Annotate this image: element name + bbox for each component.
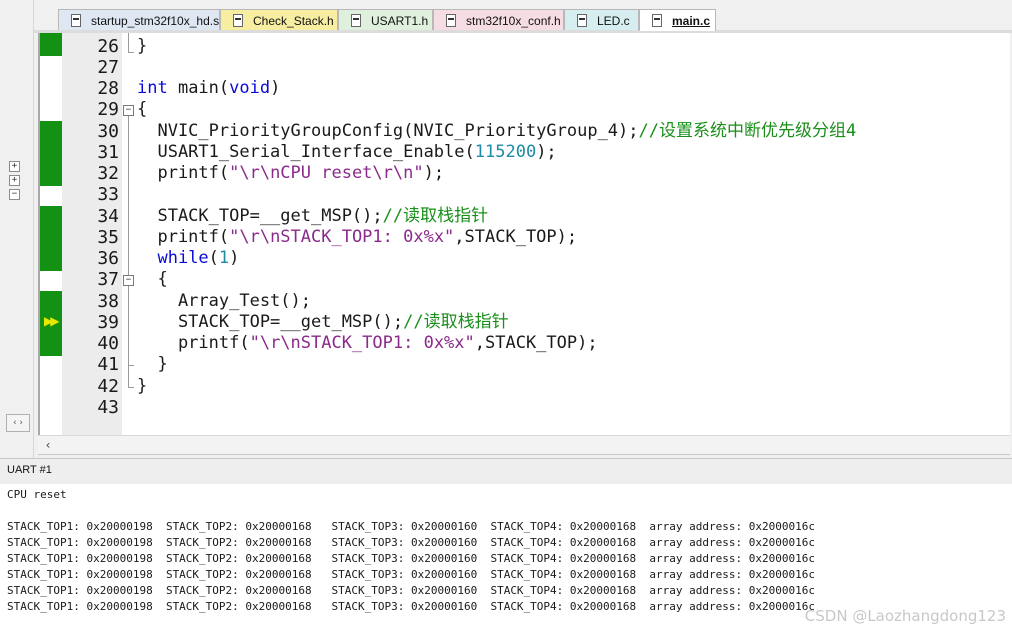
- file-icon: [351, 14, 361, 27]
- line-number: 28: [97, 78, 119, 99]
- project-tree-strip: + + − ‹ ›: [0, 0, 34, 458]
- watermark: CSDN @Laozhangdong123: [804, 607, 1006, 625]
- line-number: 29: [97, 99, 119, 120]
- editor-horizontal-scrollbar[interactable]: ‹: [38, 435, 1010, 455]
- file-icon: [446, 14, 456, 27]
- code-line[interactable]: printf("\r\nCPU reset\r\n");: [137, 163, 444, 184]
- tab-label: Check_Stack.h: [253, 14, 334, 28]
- code-line[interactable]: STACK_TOP=__get_MSP();//读取栈指针: [137, 312, 509, 333]
- tab-startup-stm32f10x-hd[interactable]: startup_stm32f10x_hd.s: [58, 9, 220, 31]
- coverage-marker: [40, 33, 62, 56]
- tab-main-c[interactable]: main.c: [639, 9, 716, 31]
- file-icon: [652, 14, 662, 27]
- tab-led-c[interactable]: LED.c: [564, 9, 639, 31]
- code-line[interactable]: Array_Test();: [137, 291, 311, 312]
- code-editor[interactable]: ▶▶ 26 27 28 29 30 31 32 33 34 35 36 37 3…: [38, 33, 1010, 435]
- line-number: 41: [97, 354, 119, 375]
- code-line[interactable]: }: [137, 36, 147, 57]
- console-line: STACK_TOP1: 0x20000198 STACK_TOP2: 0x200…: [7, 536, 815, 549]
- fold-guide: [128, 52, 134, 53]
- line-number: 27: [97, 57, 119, 78]
- line-number: 43: [97, 397, 119, 418]
- fold-guide: [128, 387, 134, 388]
- coverage-marker: [40, 206, 62, 271]
- line-number: 36: [97, 248, 119, 269]
- code-line[interactable]: int main(void): [137, 78, 280, 99]
- scroll-left-icon[interactable]: ‹: [40, 436, 56, 454]
- code-line[interactable]: NVIC_PriorityGroupConfig(NVIC_PriorityGr…: [137, 121, 856, 142]
- fold-guide: [128, 365, 134, 366]
- fold-collapse-icon[interactable]: −: [123, 275, 134, 286]
- tab-label: stm32f10x_conf.h: [466, 14, 561, 28]
- tab-label: startup_stm32f10x_hd.s: [91, 14, 220, 28]
- line-number: 42: [97, 376, 119, 397]
- code-line[interactable]: {: [137, 269, 167, 290]
- file-icon: [233, 14, 243, 27]
- fold-column: − −: [122, 33, 136, 435]
- console-line: CPU reset: [7, 488, 67, 501]
- console-line: STACK_TOP1: 0x20000198 STACK_TOP2: 0x200…: [7, 552, 815, 565]
- fold-guide: [128, 33, 129, 53]
- line-number: 30: [97, 121, 119, 142]
- file-icon: [71, 14, 81, 27]
- line-number: 34: [97, 206, 119, 227]
- coverage-marker-strip[interactable]: ▶▶: [40, 33, 62, 435]
- code-line[interactable]: {: [137, 99, 147, 120]
- code-line[interactable]: }: [137, 376, 147, 397]
- uart-pane-title: UART #1: [7, 464, 52, 476]
- console-line: STACK_TOP1: 0x20000198 STACK_TOP2: 0x200…: [7, 600, 815, 613]
- line-number: 31: [97, 142, 119, 163]
- code-line[interactable]: }: [137, 354, 167, 375]
- line-number: 39: [97, 312, 119, 333]
- code-line[interactable]: printf("\r\nSTACK_TOP1: 0x%x",STACK_TOP)…: [137, 333, 598, 354]
- line-number-gutter: 26 27 28 29 30 31 32 33 34 35 36 37 38 3…: [62, 33, 122, 435]
- tab-usart1-h[interactable]: USART1.h: [338, 9, 433, 31]
- fold-guide: [128, 116, 129, 387]
- coverage-marker: [40, 121, 62, 186]
- line-number: 32: [97, 163, 119, 184]
- code-line[interactable]: STACK_TOP=__get_MSP();//读取栈指针: [137, 206, 488, 227]
- collapse-icon[interactable]: −: [9, 189, 20, 200]
- expand-icon[interactable]: +: [9, 175, 20, 186]
- code-line[interactable]: while(1): [137, 248, 239, 269]
- line-number: 35: [97, 227, 119, 248]
- editor-tab-bar: startup_stm32f10x_hd.s Check_Stack.h USA…: [34, 0, 1012, 33]
- file-icon: [577, 14, 587, 27]
- fold-collapse-icon[interactable]: −: [123, 105, 134, 116]
- line-number: 33: [97, 184, 119, 205]
- code-line[interactable]: USART1_Serial_Interface_Enable(115200);: [137, 142, 556, 163]
- tree-scroll-arrows-icon[interactable]: ‹ ›: [6, 414, 30, 432]
- line-number: 38: [97, 291, 119, 312]
- line-number: 26: [97, 36, 119, 57]
- console-line: STACK_TOP1: 0x20000198 STACK_TOP2: 0x200…: [7, 520, 815, 533]
- uart-console[interactable]: CPU reset STACK_TOP1: 0x20000198 STACK_T…: [0, 484, 1012, 631]
- tab-check-stack-h[interactable]: Check_Stack.h: [220, 9, 338, 31]
- console-line: STACK_TOP1: 0x20000198 STACK_TOP2: 0x200…: [7, 568, 815, 581]
- console-line: STACK_TOP1: 0x20000198 STACK_TOP2: 0x200…: [7, 584, 815, 597]
- tab-label: main.c: [672, 14, 711, 28]
- uart-pane-header: UART #1: [0, 458, 1012, 485]
- expand-icon[interactable]: +: [9, 161, 20, 172]
- tab-label: LED.c: [597, 14, 630, 28]
- current-execution-arrow-icon: ▶▶: [44, 314, 60, 328]
- code-line[interactable]: printf("\r\nSTACK_TOP1: 0x%x",STACK_TOP)…: [137, 227, 577, 248]
- tab-label: USART1.h: [371, 14, 429, 28]
- line-number: 40: [97, 333, 119, 354]
- line-number: 37: [97, 269, 119, 290]
- tab-stm32f10x-conf-h[interactable]: stm32f10x_conf.h: [433, 9, 564, 31]
